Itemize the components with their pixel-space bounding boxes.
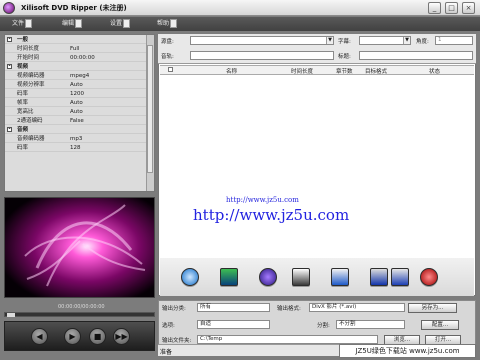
- property-row[interactable]: 宽高比 Auto: [5, 108, 147, 116]
- options-dropdown[interactable]: 自适: [197, 320, 270, 329]
- subtitle-label: 字幕:: [338, 39, 351, 45]
- menu-help[interactable]: 帮助: [157, 19, 169, 29]
- status-text: 准备: [160, 349, 173, 356]
- file-list[interactable]: [160, 76, 474, 256]
- profile-label: 输出格式:: [277, 306, 301, 312]
- file-table-header: 名称 时间长度 章节数 目标格式 状态: [160, 65, 474, 75]
- menu-settings[interactable]: 设置: [110, 19, 122, 29]
- chevron-down-icon[interactable]: ▼: [403, 37, 410, 44]
- save-as-button[interactable]: 另存为...: [408, 303, 457, 313]
- chapter-icon[interactable]: [292, 268, 310, 286]
- conversion-toolbar: [160, 258, 474, 296]
- property-row[interactable]: 帧率 Auto: [5, 99, 147, 107]
- seek-handle[interactable]: [7, 313, 15, 317]
- title-dropdown[interactable]: [359, 51, 473, 60]
- encode-icon[interactable]: [259, 268, 277, 286]
- property-row[interactable]: 视频编码器 mpeg4: [5, 72, 147, 80]
- properties-panel: - 一般 时间长度 Full 开始时间 00:00:00 - 视频 视频编码器 mpeg4…: [4, 34, 155, 192]
- format-category-dropdown[interactable]: 所有: [197, 303, 270, 312]
- property-row[interactable]: 码率 128: [5, 144, 147, 152]
- maximize-button[interactable]: □: [445, 2, 458, 14]
- record-icon[interactable]: [420, 268, 438, 286]
- application-window: Xilisoft DVD Ripper (未注册) _ □ × 文件 编辑 设置…: [0, 0, 480, 360]
- angle-dropdown[interactable]: 1: [435, 36, 473, 45]
- title-bar: Xilisoft DVD Ripper (未注册) _ □ ×: [0, 0, 480, 16]
- audio-label: 音轨:: [161, 54, 174, 60]
- select-all-checkbox[interactable]: [168, 67, 173, 72]
- collapse-icon[interactable]: -: [7, 37, 12, 42]
- properties-scrollbar[interactable]: [146, 35, 154, 191]
- close-button[interactable]: ×: [462, 2, 475, 14]
- scrollbar-thumb[interactable]: [147, 45, 153, 173]
- play-button[interactable]: ▶: [64, 328, 81, 345]
- property-row[interactable]: 开始时间 00:00:00: [5, 54, 147, 62]
- video-preview: [4, 197, 155, 298]
- app-icon: [3, 2, 15, 14]
- chevron-down-icon[interactable]: ▼: [326, 37, 333, 44]
- property-row[interactable]: 视频分辨率 Auto: [5, 81, 147, 89]
- options-label: 选项:: [162, 323, 175, 329]
- collapse-icon[interactable]: -: [7, 64, 12, 69]
- source-controls: 源盘: ▼ 字幕: ▼ 角度: 1 音轨: 标题:: [158, 34, 476, 64]
- angle-label: 角度:: [416, 39, 429, 45]
- chevron-down-icon[interactable]: [123, 19, 130, 28]
- chevron-down-icon[interactable]: [75, 19, 82, 28]
- player-controls: ◀ ▶ ■ ▶▶: [4, 321, 155, 351]
- load-ifo-icon[interactable]: [220, 268, 238, 286]
- minimize-button[interactable]: _: [428, 2, 441, 14]
- previous-button[interactable]: ◀: [31, 328, 48, 345]
- menu-edit[interactable]: 编辑: [62, 19, 74, 29]
- chevron-down-icon[interactable]: [170, 19, 177, 28]
- preview-image: [5, 198, 154, 297]
- dvd-label: 源盘:: [161, 39, 174, 45]
- add-dvd-icon[interactable]: [181, 268, 199, 286]
- column-status[interactable]: 状态: [429, 67, 440, 75]
- format-category-label: 输出分类:: [162, 306, 186, 312]
- watermark-url-small: http://www.jz5u.com: [226, 196, 299, 204]
- time-display: 00:00:00/00:00:00: [58, 304, 105, 310]
- audio-track-dropdown[interactable]: [190, 51, 334, 60]
- column-format[interactable]: 目标格式: [365, 67, 387, 75]
- dvd-source-dropdown[interactable]: ▼: [190, 36, 334, 45]
- property-group[interactable]: - 一般: [5, 36, 147, 44]
- subtitle-dropdown[interactable]: ▼: [359, 36, 411, 45]
- stop-button[interactable]: ■: [89, 328, 106, 345]
- column-name[interactable]: 名称: [226, 67, 237, 75]
- watermark-url-large: http://www.jz5u.com: [193, 206, 350, 224]
- property-row[interactable]: 码率 1200: [5, 90, 147, 98]
- property-row[interactable]: 音频编码器 mp3: [5, 135, 147, 143]
- column-chapters[interactable]: 章节数: [336, 67, 353, 75]
- chevron-down-icon[interactable]: [25, 19, 32, 28]
- window-title: Xilisoft DVD Ripper (未注册): [21, 4, 127, 12]
- property-group[interactable]: - 音频: [5, 126, 147, 134]
- save-icon[interactable]: [331, 268, 349, 286]
- title-label: 标题:: [338, 54, 351, 60]
- split-label: 分割:: [317, 323, 330, 329]
- settings-button[interactable]: 配置...: [421, 320, 459, 330]
- property-row[interactable]: 时间长度 Full: [5, 45, 147, 53]
- stop-icon[interactable]: [391, 268, 409, 286]
- next-button[interactable]: ▶▶: [113, 328, 130, 345]
- split-dropdown[interactable]: 不分割: [336, 320, 405, 329]
- column-duration[interactable]: 时间长度: [291, 67, 313, 75]
- output-folder-input[interactable]: C:\Temp: [197, 335, 378, 344]
- collapse-icon[interactable]: -: [7, 127, 12, 132]
- pause-icon[interactable]: [370, 268, 388, 286]
- site-watermark: JZ5U绿色下载站 www.jz5u.com: [339, 344, 476, 358]
- property-row[interactable]: 2通道编码 False: [5, 117, 147, 125]
- menu-bar: 文件 编辑 设置 帮助: [0, 17, 480, 31]
- menu-file[interactable]: 文件: [12, 19, 24, 29]
- output-folder-label: 输出文件夹:: [162, 338, 192, 344]
- seek-bar[interactable]: [4, 312, 155, 317]
- property-group[interactable]: - 视频: [5, 63, 147, 71]
- profile-dropdown[interactable]: DivX 影片 (*.avi): [309, 303, 405, 312]
